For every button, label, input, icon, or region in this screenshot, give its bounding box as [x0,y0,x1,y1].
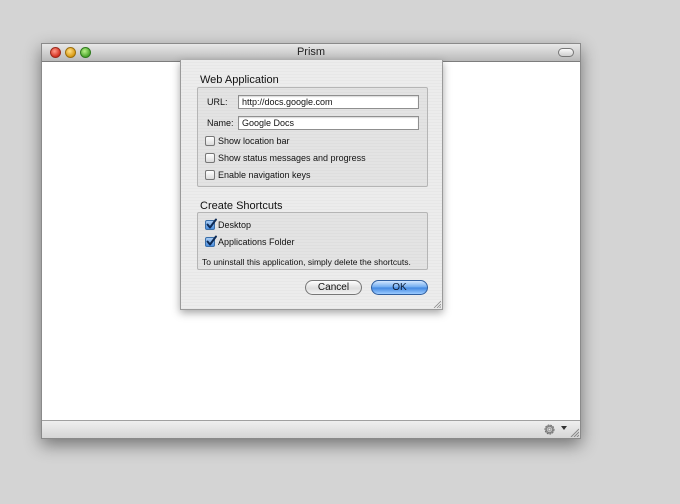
web-application-sheet: Web Application URL: Name: Show location… [180,60,443,310]
checkbox-box[interactable] [205,218,217,230]
window-title: Prism [296,46,326,58]
cancel-button[interactable]: Cancel [305,280,362,295]
name-label: Name: [207,118,234,128]
create-shortcuts-group: Desktop Applications Folder To uninstall… [197,212,428,270]
checkbox-label: Applications Folder [218,237,295,247]
checkbox-label: Desktop [218,220,252,230]
checkmark-icon [206,235,217,246]
checkbox-label: Enable navigation keys [218,170,311,180]
url-input[interactable] [238,95,419,109]
uninstall-note: To uninstall this application, simply de… [202,257,411,267]
checkbox-box[interactable] [205,136,215,146]
checkbox-box[interactable] [205,170,215,180]
ok-button[interactable]: OK [371,280,428,295]
checkbox-box[interactable] [205,153,215,163]
create-shortcuts-heading: Create Shortcuts [200,200,283,212]
resize-grip-icon[interactable] [569,427,579,437]
web-application-heading: Web Application [200,74,279,86]
checkbox-label: Show location bar [218,136,290,146]
toolbar-toggle-icon[interactable] [558,48,574,57]
url-label: URL: [207,97,228,107]
name-input[interactable] [238,116,419,130]
status-bar [42,420,580,438]
resize-grip-icon[interactable] [433,300,441,308]
checkbox-label: Show status messages and progress [218,153,366,163]
web-application-group: URL: Name: Show location bar Show status… [197,87,428,187]
gear-icon[interactable] [543,423,556,436]
checkbox-box[interactable] [205,235,217,247]
checkmark-icon [206,218,217,229]
chevron-down-icon[interactable] [561,426,567,430]
